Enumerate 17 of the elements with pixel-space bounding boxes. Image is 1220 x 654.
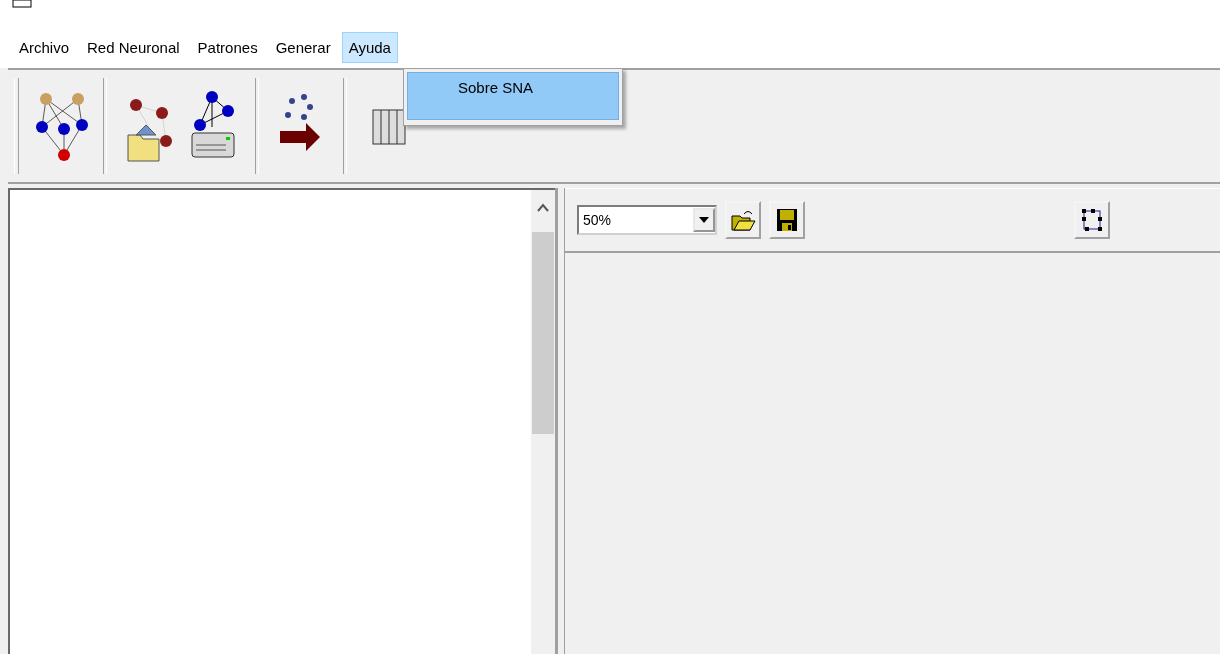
scroll-thumb[interactable] [532, 232, 554, 434]
scrollbar[interactable] [531, 190, 555, 654]
menu-item[interactable]: Patrones [190, 31, 265, 63]
selection-handles-icon [1080, 207, 1104, 233]
open-button[interactable] [725, 201, 761, 239]
dropdown-arrow-icon [699, 217, 709, 223]
menu-option[interactable]: Sobre SNA [407, 72, 619, 120]
menu-item[interactable]: Generar [268, 31, 338, 63]
fit-selection-button[interactable] [1074, 201, 1110, 239]
open-folder-icon [730, 208, 756, 232]
menu-item[interactable]: Red Neuronal [80, 31, 187, 63]
menu-item[interactable]: Archivo [12, 31, 77, 63]
save-button[interactable] [769, 201, 805, 239]
scroll-up-icon [537, 202, 549, 214]
zoom-combo[interactable]: 50% [577, 205, 717, 235]
menu-item[interactable]: Ayuda [341, 31, 398, 63]
columns-icon [369, 106, 409, 146]
